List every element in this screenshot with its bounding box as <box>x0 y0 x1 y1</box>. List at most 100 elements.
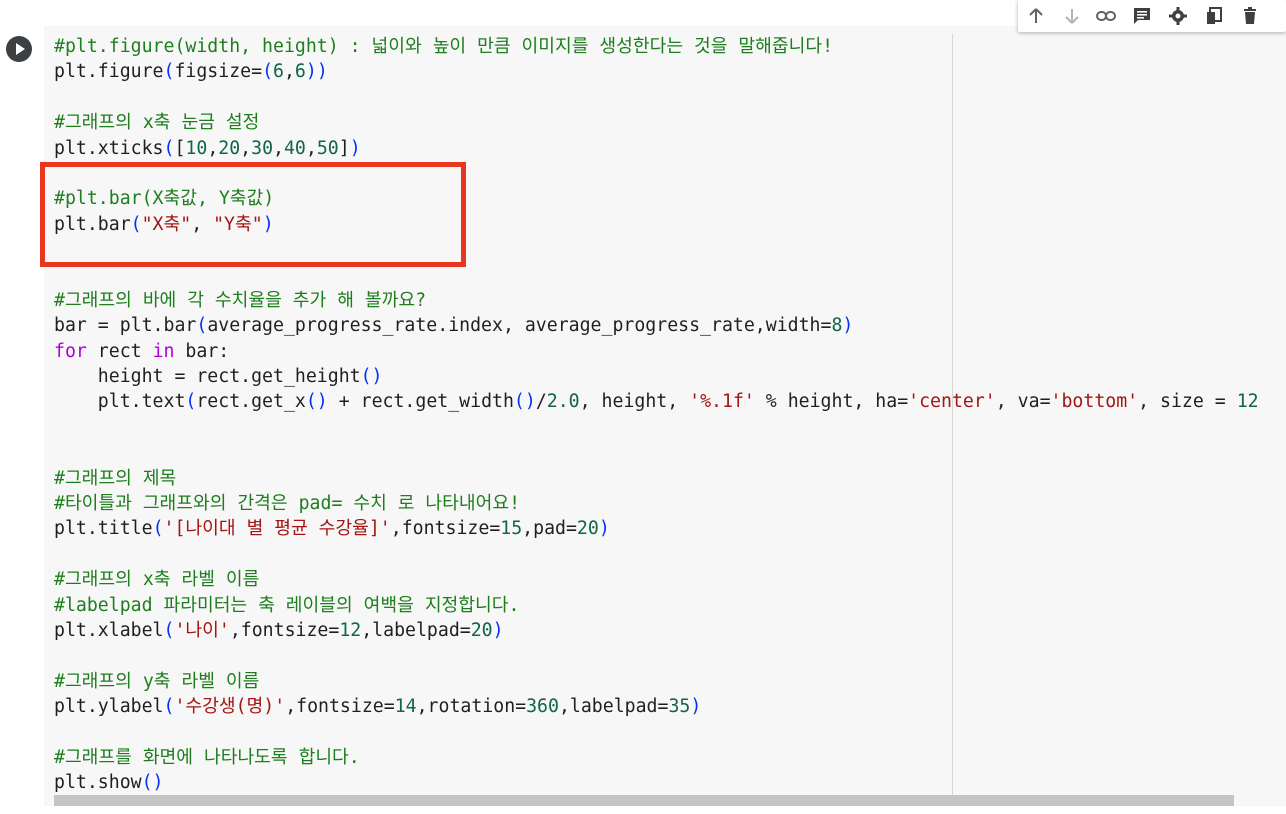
code-line: #그래프의 y축 라벨 이름 <box>54 669 1259 694</box>
code-token: 20 <box>218 137 241 159</box>
code-token: 12 <box>339 619 362 641</box>
code-token: () <box>141 772 164 794</box>
highlight-box <box>40 162 466 267</box>
code-line: #타이틀과 그래프와의 간격은 pad= 수치 로 나타내어요! <box>54 491 1259 516</box>
code-token: () <box>305 391 328 413</box>
code-token: 14 <box>394 696 417 718</box>
code-line: plt.title('[나이대 별 평균 수강율]',fontsize=15,p… <box>54 516 1259 541</box>
code-token: '%.1f' <box>689 391 755 413</box>
code-token: ] <box>338 137 350 159</box>
code-token: ,rotation= <box>416 696 527 718</box>
code-token: + rect.get_width <box>327 391 514 413</box>
trash-icon[interactable] <box>1236 2 1264 30</box>
code-token: , <box>240 137 252 159</box>
code-token: [ <box>174 137 186 159</box>
code-token: '수강생(명)' <box>174 696 286 718</box>
code-token: 8 <box>831 315 843 337</box>
code-line: #그래프를 화면에 나타나도록 합니다. <box>54 745 1259 770</box>
code-line: plt.xticks([10,20,30,40,50]) <box>54 136 1259 161</box>
cell-gutter <box>0 0 44 814</box>
code-token: () <box>360 366 383 388</box>
code-token: ( <box>262 61 274 83</box>
code-token: , <box>305 137 317 159</box>
code-line: plt.ylabel('수강생(명)',fontsize=14,rotation… <box>54 694 1259 719</box>
code-token: in <box>152 340 175 362</box>
code-token: ( <box>163 61 175 83</box>
code-token: 6 <box>294 61 306 83</box>
code-token: 35 <box>668 696 691 718</box>
cell-toolbar <box>1018 0 1286 32</box>
code-token: 10 <box>185 137 208 159</box>
code-token: ( <box>163 696 175 718</box>
code-token: #그래프의 x축 눈금 설정 <box>54 112 260 134</box>
code-token: 'bottom' <box>1050 391 1139 413</box>
code-token: 20 <box>470 619 493 641</box>
code-token: ) <box>349 137 361 159</box>
code-token: / <box>535 391 547 413</box>
code-token: ( <box>196 315 208 337</box>
code-token: figsize= <box>174 61 263 83</box>
code-token: plt.show <box>54 772 142 794</box>
run-cell-button[interactable] <box>6 36 32 62</box>
code-token: plt.xlabel <box>54 619 164 641</box>
code-token: ,fontsize= <box>390 518 501 540</box>
code-line: #그래프의 제목 <box>54 466 1259 491</box>
code-token: ,fontsize= <box>285 696 395 718</box>
code-token: '[나이대 별 평균 수강율]' <box>163 518 391 540</box>
code-token: ,pad= <box>522 518 577 540</box>
code-token: #타이틀과 그래프와의 간격은 pad= 수치 로 나타내어요! <box>54 493 521 515</box>
code-token: 360 <box>526 696 559 718</box>
code-token: rect.get_x <box>196 391 306 413</box>
code-line: #그래프의 바에 각 수치율을 추가 해 볼까요? <box>54 288 1259 313</box>
code-token: for <box>54 340 87 362</box>
code-token: , <box>273 137 284 159</box>
link-icon[interactable] <box>1092 2 1120 30</box>
code-token: plt.xticks <box>54 137 164 159</box>
code-token: plt.ylabel <box>54 696 164 718</box>
code-token: 12 <box>1236 391 1259 413</box>
comment-icon[interactable] <box>1128 2 1156 30</box>
code-line: plt.text(rect.get_x() + rect.get_width()… <box>54 389 1259 414</box>
arrow-down-icon[interactable] <box>1058 2 1086 30</box>
code-token: height = rect.get_height <box>54 366 361 388</box>
code-token: #그래프의 x축 라벨 이름 <box>54 569 260 591</box>
code-token: () <box>513 391 536 413</box>
code-token: bar = plt.bar <box>54 315 197 337</box>
code-token: #그래프를 화면에 나타나도록 합니다. <box>54 746 360 768</box>
code-token: 40 <box>283 137 306 159</box>
code-token: % height, ha= <box>754 391 909 413</box>
horizontal-scrollbar[interactable] <box>54 795 1234 806</box>
code-token: #그래프의 제목 <box>54 467 177 489</box>
arrow-up-icon[interactable] <box>1022 2 1050 30</box>
code-token: , va= <box>995 391 1051 413</box>
code-token: ) <box>690 696 702 718</box>
code-token: ,labelpad= <box>558 696 669 718</box>
code-token: ) <box>305 61 317 83</box>
code-token: 2.0 <box>546 391 580 413</box>
code-token: ( <box>163 619 175 641</box>
code-token: plt.text <box>54 391 186 413</box>
code-line: #plt.figure(width, height) : 넓이와 높이 만큼 이… <box>54 34 1259 59</box>
code-editor[interactable]: #plt.figure(width, height) : 넓이와 높이 만큼 이… <box>54 34 1259 796</box>
code-token: #그래프의 y축 라벨 이름 <box>54 670 260 692</box>
mirror-cell-icon[interactable] <box>1200 2 1228 30</box>
code-token: ,labelpad= <box>361 619 471 641</box>
code-token: bar: <box>174 340 230 362</box>
code-token: , <box>283 61 295 83</box>
code-line: bar = plt.bar(average_progress_rate.inde… <box>54 313 1259 338</box>
code-line: plt.figure(figsize=(6,6)) <box>54 59 1259 84</box>
code-token: , size = <box>1138 391 1237 413</box>
code-line: plt.xlabel('나이',fontsize=12,labelpad=20) <box>54 618 1259 643</box>
code-token: ) <box>598 518 610 540</box>
gear-icon[interactable] <box>1164 2 1192 30</box>
code-token: ( <box>163 137 175 159</box>
code-token: , height, <box>579 391 690 413</box>
code-token: ( <box>185 391 197 413</box>
code-token: 20 <box>576 518 599 540</box>
code-line: #그래프의 x축 눈금 설정 <box>54 110 1259 135</box>
